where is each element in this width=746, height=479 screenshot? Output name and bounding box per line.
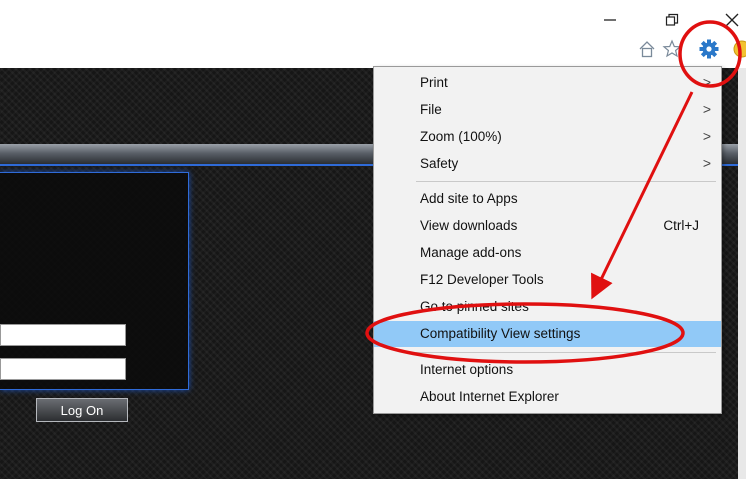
close-icon[interactable] [718,8,746,32]
menu-item-about-internet-explorer[interactable]: About Internet Explorer [374,384,721,410]
log-on-button[interactable]: Log On [36,398,128,422]
menu-item-safety[interactable]: Safety > [374,151,721,177]
gear-icon[interactable] [698,38,720,60]
restore-icon[interactable] [658,8,686,32]
star-icon[interactable] [661,38,683,60]
menu-item-manage-add-ons[interactable]: Manage add-ons [374,240,721,266]
password-field[interactable] [0,358,126,380]
menu-item-print[interactable]: Print > [374,70,721,96]
chevron-right-icon: > [702,101,711,117]
home-icon[interactable] [636,38,658,60]
chevron-right-icon: > [702,74,711,90]
browser-chrome [0,0,746,68]
menu-item-f12-developer-tools[interactable]: F12 Developer Tools [374,267,721,293]
menu-item-compatibility-view-settings[interactable]: Compatibility View settings [374,321,721,347]
menu-item-add-site-to-apps[interactable]: Add site to Apps [374,186,721,212]
menu-item-zoom[interactable]: Zoom (100%) > [374,124,721,150]
menu-item-file[interactable]: File > [374,97,721,123]
shortcut-label: Ctrl+J [663,218,699,233]
page-scrollbar[interactable] [738,68,746,479]
menu-item-view-downloads[interactable]: View downloads Ctrl+J [374,213,721,239]
minimize-icon[interactable] [596,8,624,32]
menu-item-internet-options[interactable]: Internet options [374,357,721,383]
smiley-icon[interactable] [732,38,746,60]
menu-separator [416,352,716,353]
chevron-right-icon: > [702,155,711,171]
menu-separator [416,181,716,182]
tools-menu: Print > File > Zoom (100%) > Safety > Ad… [373,66,722,414]
username-field[interactable] [0,324,126,346]
chevron-right-icon: > [702,128,711,144]
menu-item-go-to-pinned-sites[interactable]: Go to pinned sites [374,294,721,320]
